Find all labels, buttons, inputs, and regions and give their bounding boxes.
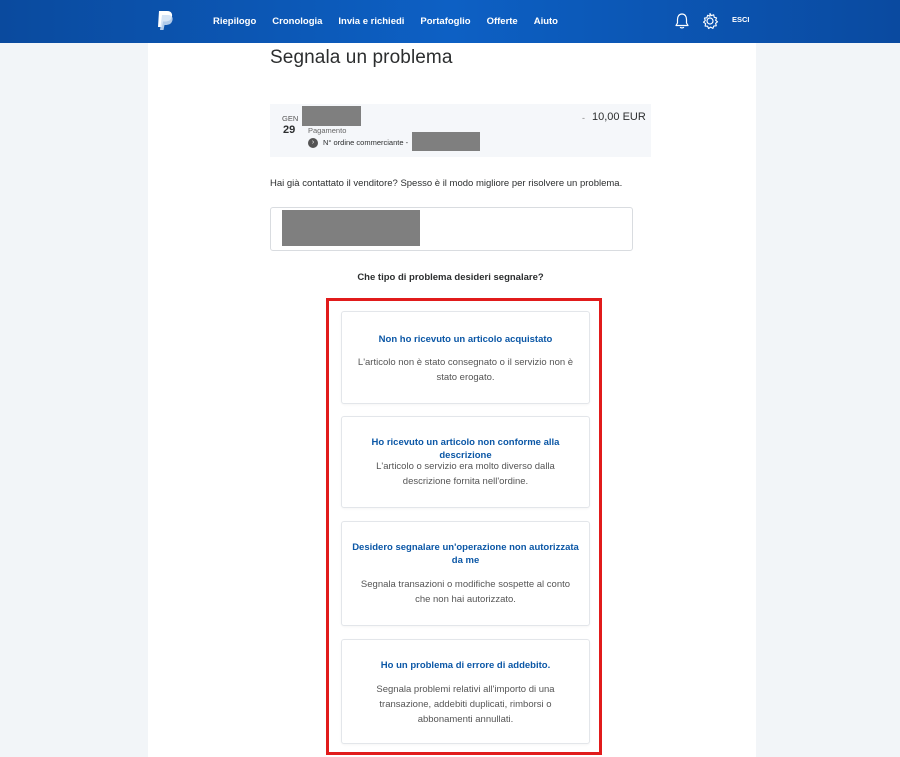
nav-item-offerte[interactable]: Offerte <box>487 16 518 27</box>
chevron-right-icon[interactable]: › <box>308 138 318 148</box>
option-title: Non ho ricevuto un articolo acquistato <box>378 334 553 345</box>
transaction-amount: 10,00 EUR <box>592 111 646 123</box>
page-title: Segnala un problema <box>270 47 453 68</box>
transaction-day: 29 <box>283 124 296 136</box>
option-title: Desidero segnalare un'operazione non aut… <box>352 542 579 566</box>
logout-link[interactable]: ESCI <box>732 15 750 24</box>
redacted-order-number <box>412 132 480 151</box>
nav-item-aiuto[interactable]: Aiuto <box>534 16 558 27</box>
redacted-merchant-name <box>302 106 361 126</box>
option-description: L'articolo o servizio era molto diverso … <box>376 461 555 487</box>
paypal-logo[interactable] <box>154 9 176 33</box>
main-nav: Riepilogo Cronologia Invia e richiedi Po… <box>213 0 574 43</box>
transaction-type: Pagamento <box>308 126 347 135</box>
option-description: L'articolo non è stato consegnato o il s… <box>357 357 574 383</box>
transaction-month: GEN <box>282 114 299 123</box>
option-item-not-received[interactable]: Non ho ricevuto un articolo acquistato L… <box>341 311 590 404</box>
contact-seller-box[interactable] <box>270 207 633 251</box>
nav-item-cronologia[interactable]: Cronologia <box>272 16 322 27</box>
transaction-summary: GEN 29 Pagamento › N° ordine commerciant… <box>270 104 651 157</box>
option-description: Segnala transazioni o modifiche sospette… <box>360 579 571 605</box>
gear-icon[interactable] <box>700 11 720 31</box>
option-item-billing-error[interactable]: Ho un problema di errore di addebito. Se… <box>341 639 590 744</box>
merchant-order-number-label: N° ordine commerciante - <box>323 138 409 147</box>
redacted-content <box>282 210 420 246</box>
nav-item-invia-e-richiedi[interactable]: Invia e richiedi <box>338 16 404 27</box>
amount-sign: - <box>582 113 585 123</box>
bell-icon[interactable] <box>672 11 692 31</box>
top-navigation-bar: Riepilogo Cronologia Invia e richiedi Po… <box>0 0 900 43</box>
contact-seller-question: Hai già contattato il venditore? Spesso … <box>270 178 623 189</box>
nav-item-portafoglio[interactable]: Portafoglio <box>420 16 470 27</box>
option-item-unauthorized[interactable]: Desidero segnalare un'operazione non aut… <box>341 521 590 626</box>
nav-item-riepilogo[interactable]: Riepilogo <box>213 16 256 27</box>
option-item-not-as-described[interactable]: Ho ricevuto un articolo non conforme all… <box>341 416 590 508</box>
option-title: Ho un problema di errore di addebito. <box>380 660 551 671</box>
problem-type-question: Che tipo di problema desideri segnalare? <box>357 272 544 283</box>
option-description: Segnala problemi relativi all'importo di… <box>376 684 555 725</box>
